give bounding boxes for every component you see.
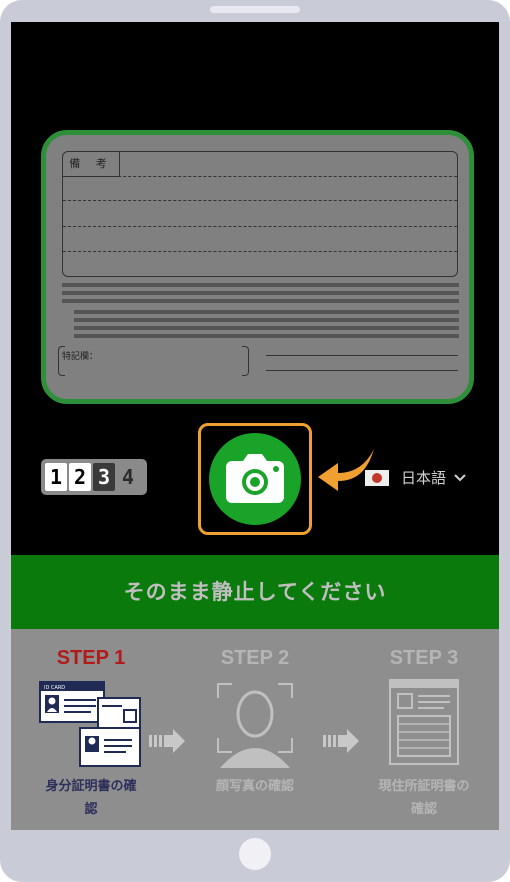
counter-digit-current: 3 bbox=[93, 463, 115, 491]
special-line bbox=[266, 370, 458, 371]
step-2-caption-line: 顔写真の確認 bbox=[215, 779, 294, 794]
phone-frame: 備 考 特記欄： 1 2 3 4 日本語 そのまま静止してください STEP 1… bbox=[0, 0, 510, 882]
id-card-guide-frame: 備 考 特記欄： bbox=[41, 130, 474, 404]
shot-counter: 1 2 3 4 bbox=[41, 459, 147, 495]
step-3-caption-line: 確認 bbox=[410, 802, 437, 817]
home-button[interactable] bbox=[239, 838, 271, 870]
counter-digit: 4 bbox=[121, 465, 135, 489]
barcode-band bbox=[74, 334, 459, 338]
id-card-back: 備 考 特記欄： bbox=[56, 145, 459, 389]
step-1-caption-line: 認 bbox=[84, 802, 98, 817]
counter-digit: 2 bbox=[69, 463, 91, 491]
shutter-button[interactable] bbox=[209, 433, 301, 525]
barcode-band bbox=[74, 326, 459, 330]
remarks-line bbox=[63, 226, 457, 227]
step-3-caption: 現住所証明書の 確認 bbox=[349, 775, 499, 821]
language-selector[interactable]: 日本語 bbox=[365, 467, 466, 488]
step-1-caption: 身分証明書の確 認 bbox=[11, 775, 171, 821]
step-1-caption-line: 身分証明書の確 bbox=[45, 779, 137, 794]
barcode-band bbox=[62, 291, 459, 295]
instruction-banner: そのまま静止してください bbox=[11, 555, 499, 629]
language-label: 日本語 bbox=[401, 469, 447, 487]
step-2: STEP 2 顔写真の確認 bbox=[175, 629, 335, 798]
remarks-box: 備 考 bbox=[62, 151, 458, 277]
id-cards-icon: ID CARD bbox=[39, 681, 141, 767]
remarks-label: 備 考 bbox=[63, 152, 120, 177]
japan-flag-icon bbox=[365, 469, 389, 486]
step-3-title: STEP 3 bbox=[389, 647, 459, 669]
shutter-highlight bbox=[198, 423, 312, 535]
step-2-caption: 顔写真の確認 bbox=[175, 775, 335, 798]
remarks-line bbox=[63, 200, 457, 201]
barcode-band bbox=[62, 283, 459, 287]
address-document-icon bbox=[389, 679, 459, 765]
step-3-caption-line: 現住所証明書の bbox=[378, 779, 470, 794]
chevron-down-icon bbox=[454, 473, 466, 481]
special-line bbox=[266, 355, 458, 356]
step-1: STEP 1 ID CARD 身分証明書の確 認 bbox=[11, 629, 171, 821]
special-bracket-right bbox=[242, 346, 249, 376]
step-3: STEP 3 現住所証明書の 確認 bbox=[349, 629, 499, 821]
remarks-line bbox=[63, 251, 457, 252]
special-notes-label: 特記欄： bbox=[62, 352, 99, 362]
svg-text:ID CARD: ID CARD bbox=[44, 685, 65, 691]
step-1-title: STEP 1 bbox=[56, 647, 126, 669]
steps-panel: STEP 1 ID CARD 身分証明書の確 認 STEP 2 顔写真の確認 S… bbox=[11, 629, 499, 830]
camera-icon bbox=[226, 454, 284, 503]
face-scan-icon bbox=[217, 683, 293, 768]
counter-digit: 1 bbox=[45, 463, 67, 491]
speaker bbox=[210, 6, 300, 13]
camera-screen: 備 考 特記欄： 1 2 3 4 日本語 そのまま静止してください STEP 1… bbox=[11, 22, 499, 830]
barcode-band bbox=[62, 299, 459, 303]
barcode-band bbox=[74, 318, 459, 322]
step-2-title: STEP 2 bbox=[220, 647, 290, 669]
remarks-line bbox=[63, 176, 457, 177]
barcode-band bbox=[74, 310, 459, 314]
